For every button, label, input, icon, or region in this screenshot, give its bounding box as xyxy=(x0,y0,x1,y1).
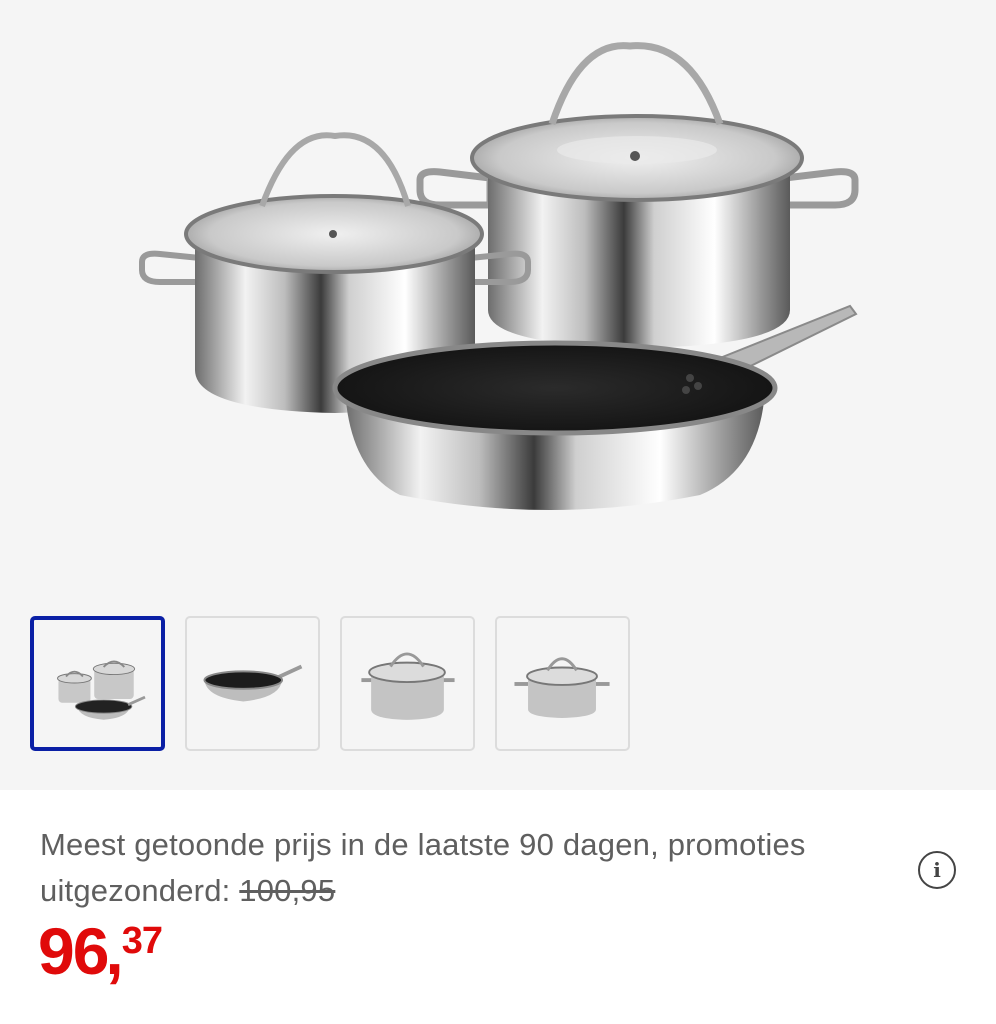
large-pot-thumbnail[interactable] xyxy=(340,616,475,751)
old-price: 100,95 xyxy=(239,873,336,908)
price-cents: 37 xyxy=(121,920,163,962)
cookware-set-thumbnail[interactable] xyxy=(30,616,165,751)
thumbnail-strip xyxy=(30,616,630,751)
price-whole: 96 xyxy=(38,914,109,988)
small-pot-thumbnail[interactable] xyxy=(495,616,630,751)
current-price: 96 , 37 xyxy=(38,914,163,988)
cookware-set-image[interactable] xyxy=(0,0,996,590)
product-gallery xyxy=(0,0,996,790)
info-icon[interactable]: i xyxy=(918,851,956,889)
reference-price-label: Meest getoonde prijs in de laatste 90 da… xyxy=(40,827,806,908)
frying-pan-thumbnail[interactable] xyxy=(185,616,320,751)
reference-price-text: Meest getoonde prijs in de laatste 90 da… xyxy=(40,822,920,914)
